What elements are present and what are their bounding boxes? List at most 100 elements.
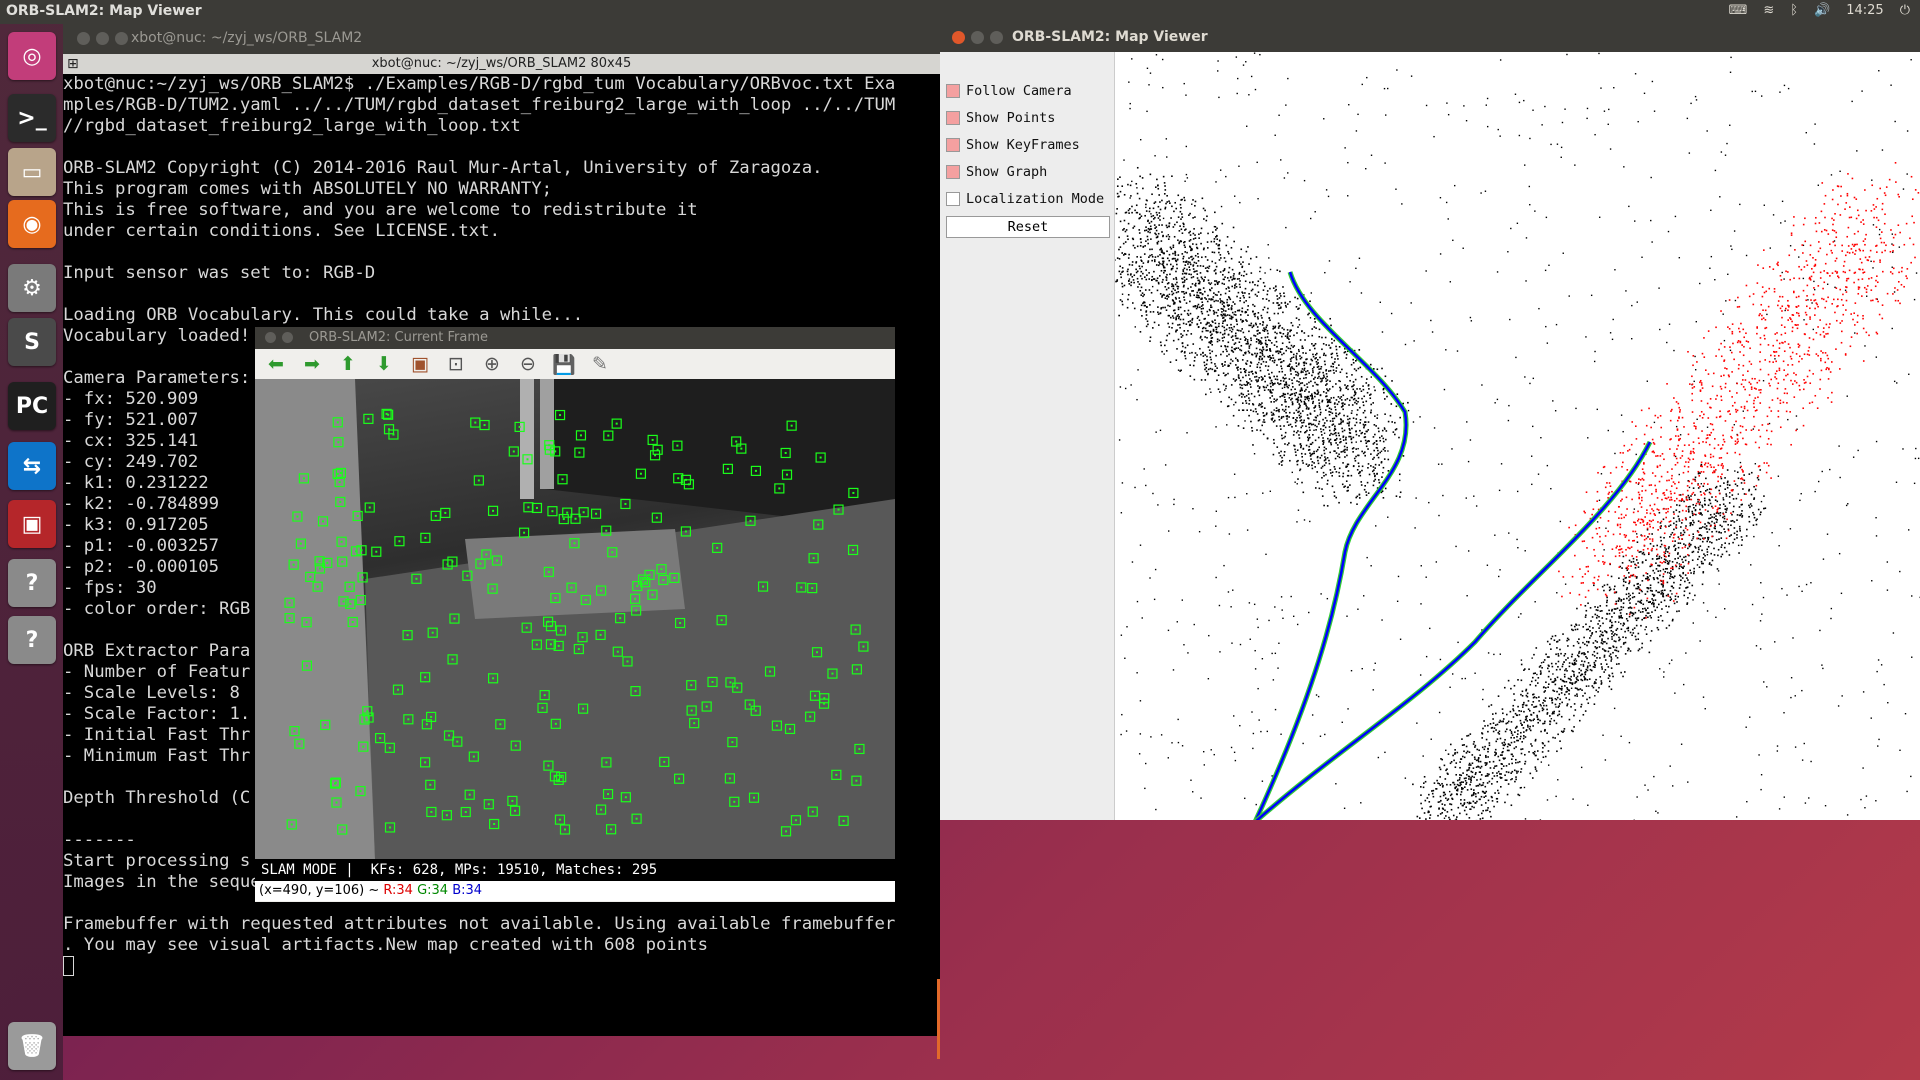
minimize-button[interactable] [282,332,293,343]
map-point [1547,740,1550,743]
arrow-up-icon[interactable]: ⬆ [335,352,361,376]
zoom-fit-icon[interactable]: ⊡ [443,352,469,376]
keyboard-icon[interactable]: ⌨ [1729,3,1748,18]
teamviewer-icon[interactable]: ⇆ [8,442,56,490]
terminal-titlebar[interactable]: xbot@nuc: ~/zyj_ws/ORB_SLAM2 [63,24,940,54]
map-point [1463,750,1465,753]
map-point [1680,522,1683,524]
unknown-app-icon-2[interactable]: ? [8,616,56,664]
map-point [1500,762,1503,765]
map-point [1288,411,1291,414]
arrow-down-icon[interactable]: ⬇ [371,352,397,376]
map-point [1281,335,1283,338]
map-point [1151,255,1154,258]
volume-icon[interactable]: 🔊 [1814,3,1830,18]
feature-keypoint-center [595,512,598,515]
close-button[interactable] [265,332,276,343]
map-point [1313,419,1315,421]
clock[interactable]: 14:25 [1846,3,1883,18]
map-point [1452,754,1454,757]
maximize-button[interactable] [115,32,128,45]
current-frame-titlebar[interactable]: ORB-SLAM2: Current Frame [255,327,895,349]
map-point [1599,625,1602,627]
ubuntu-dash-icon[interactable]: ◎ [8,32,56,80]
minimize-button[interactable] [971,31,984,44]
map-point [1549,678,1552,681]
map-point [1344,399,1347,401]
map-point [1298,437,1301,439]
map-point [1194,356,1196,359]
minimize-button[interactable] [96,32,109,45]
terminal-icon[interactable]: >_ [8,94,56,142]
map-point [1614,585,1616,588]
map-point [1309,394,1312,397]
app-icon[interactable]: ▣ [8,500,56,548]
map-point [1481,737,1484,739]
map-point [1625,613,1628,615]
save-icon[interactable]: 💾 [551,352,577,376]
localization-mode-checkbox[interactable]: Localization Mode [946,188,1104,210]
map-point [1272,357,1275,359]
map-viewer-window[interactable]: ORB-SLAM2: Map Viewer Follow Camera Show… [940,24,1920,840]
map-point [1576,695,1579,697]
brush-icon[interactable]: ✎ [587,352,613,376]
viewer-options-panel: Follow Camera Show Points Show KeyFrames… [940,52,1115,820]
map-point [1566,703,1569,705]
map-point [1302,462,1304,464]
close-button[interactable] [77,32,90,45]
checkbox-icon [946,192,960,206]
map-point [1398,473,1401,476]
terminal-scrollbar[interactable] [937,979,940,1059]
map-point [1329,469,1332,471]
feature-keypoint-center [336,421,339,424]
map-canvas[interactable] [1081,52,1920,840]
map-point [1184,355,1186,357]
files-icon[interactable]: ▭ [8,148,56,196]
settings-icon[interactable]: ⚙ [8,264,56,312]
map-viewer-titlebar[interactable]: ORB-SLAM2: Map Viewer [940,24,1920,52]
map-point [1361,469,1363,472]
terminal-menu-icon[interactable]: ⊞ [67,54,79,74]
pycharm-icon[interactable]: PC [8,382,56,430]
show-graph-checkbox[interactable]: Show Graph [946,161,1047,183]
show-keyframes-checkbox[interactable]: Show KeyFrames [946,134,1080,156]
map-point [1610,667,1613,669]
unknown-app-icon-1[interactable]: ? [8,559,56,607]
trash-icon[interactable]: 🗑 [8,1022,56,1070]
arrow-right-icon[interactable]: ➡ [299,352,325,376]
map-point [1721,544,1723,546]
current-frame-window[interactable]: ORB-SLAM2: Current Frame ⬅ ➡ ⬆ ⬇ ▣ ⊡ ⊕ ⊖… [255,327,895,902]
map-point [1611,638,1613,640]
sublime-icon[interactable]: S [8,318,56,366]
zoom-in-icon[interactable]: ⊕ [479,352,505,376]
map-point [1129,184,1132,187]
follow-camera-checkbox[interactable]: Follow Camera [946,80,1072,102]
map-point [1272,384,1274,386]
map-point [1683,500,1685,503]
close-button[interactable] [952,31,965,44]
map-point [1159,219,1161,221]
maximize-button[interactable] [990,31,1003,44]
map-point [1157,264,1160,267]
map-point [1614,640,1617,643]
map-point [1646,590,1649,593]
reset-button[interactable]: Reset [946,216,1110,238]
wifi-icon[interactable]: ≋ [1763,3,1774,18]
map-point [1345,357,1348,359]
arrow-left-icon[interactable]: ⬅ [263,352,289,376]
map-point [1620,628,1623,631]
map-point [1234,303,1236,305]
map-point [1215,311,1218,314]
show-points-checkbox[interactable]: Show Points [946,107,1055,129]
map-point [1251,426,1253,429]
map-point [1355,433,1358,436]
zoom-out-icon[interactable]: ⊖ [515,352,541,376]
map-point [1740,536,1743,538]
map-point [1506,793,1509,796]
image-icon[interactable]: ▣ [407,352,433,376]
power-icon[interactable]: ⏻ [1900,3,1910,18]
bluetooth-icon[interactable]: ᛒ [1790,3,1798,18]
camera-frame-image[interactable] [255,379,895,859]
firefox-icon[interactable]: ◉ [8,200,56,248]
map-point [1284,408,1287,411]
